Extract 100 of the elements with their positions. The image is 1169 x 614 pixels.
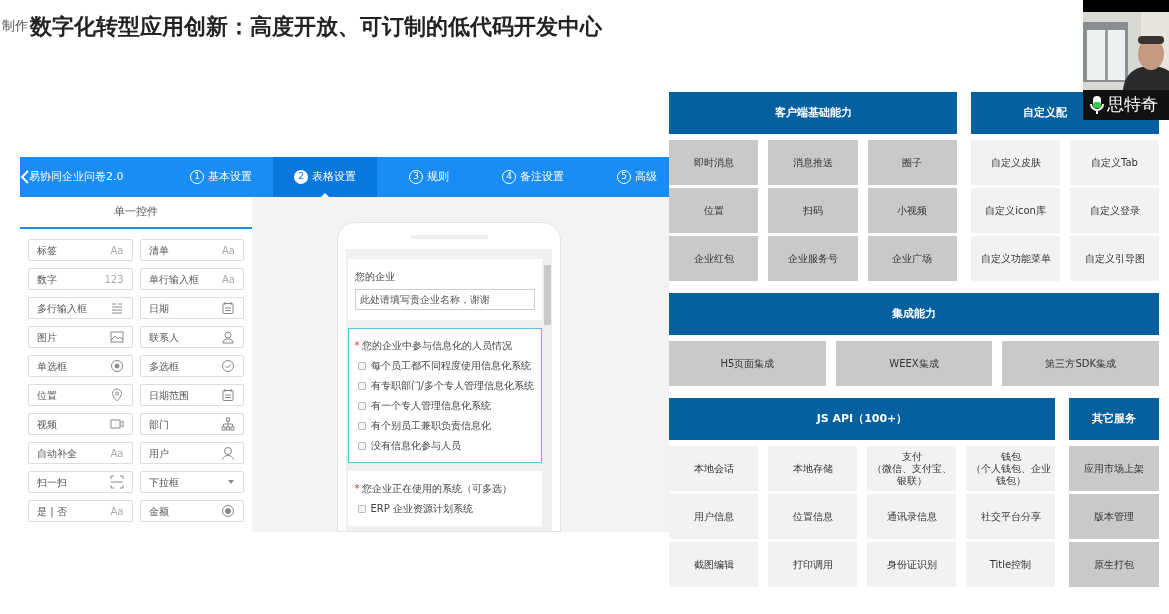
tile-note: （微信、支付宝、银联） [870, 462, 953, 487]
tile-label: 钱包 [1000, 450, 1021, 463]
control-item[interactable]: 扫一扫 [28, 471, 133, 493]
form-question[interactable]: * 您企业正在使用的系统（可多选） ERP 企业资源计划系统 [347, 471, 542, 526]
control-item[interactable]: 位置 [28, 384, 133, 406]
control-item[interactable]: 多选框 [139, 355, 244, 377]
tile-label: 位置 [703, 204, 724, 217]
calendar-icon [221, 388, 235, 402]
checkbox[interactable] [357, 441, 366, 450]
text-lines-icon [109, 301, 124, 315]
option-label: 有专职部门/多个专人管理信息化系统 [370, 379, 534, 393]
section-header: JS API（100+） [669, 398, 1055, 440]
tile-label: 自定义登录 [1089, 204, 1140, 217]
tile-label: 自定义Tab [1091, 156, 1138, 169]
control-item[interactable]: 标签 Aa [28, 239, 133, 261]
tile-label: 本地存储 [792, 462, 833, 475]
control-item[interactable]: 下拉框 [139, 471, 244, 493]
tile-label: 自定义icon库 [985, 204, 1046, 217]
tile-label: H5页面集成 [720, 357, 775, 370]
type-glyph: 123 [104, 272, 124, 287]
checkbox[interactable] [357, 381, 366, 390]
back-chevron-icon [20, 170, 29, 184]
question-title: 您的企业 [354, 270, 395, 284]
slide-title: 数字化转型应用创新：高度开放、可订制的低代码开发中心 [30, 12, 602, 41]
person-icon [221, 330, 235, 344]
type-glyph: Aa [110, 504, 124, 519]
question-title: 您的企业中参与信息化的人员情况 [361, 339, 512, 353]
tile-label: 第三方SDK集成 [1045, 357, 1116, 370]
tile-label: 自定义引导图 [1084, 252, 1145, 265]
section-header: 客户端基础能力 [669, 92, 957, 134]
control-item[interactable]: 视频 [28, 413, 133, 435]
tile-label: 企业服务号 [788, 252, 838, 265]
tile-label: 圈子 [902, 156, 923, 169]
control-item[interactable]: 联系人 [139, 326, 244, 348]
type-glyph: Aa [222, 243, 235, 258]
control-item[interactable]: 是 | 否 Aa [28, 500, 133, 522]
tile-label: 截图编辑 [693, 558, 734, 571]
control-item[interactable]: 用户 [139, 442, 244, 464]
scan-icon [109, 475, 124, 489]
type-glyph: Aa [222, 272, 235, 287]
control-item[interactable]: 多行输入框 [28, 297, 133, 319]
location-pin-icon [109, 388, 124, 402]
option-label: 每个员工都不同程度使用信息化系统 [370, 359, 531, 373]
tile-label: 身份证识别 [886, 558, 937, 571]
form-question[interactable]: * 您的企业中参与信息化的人员情况 每个员工都不同程度使用信息化系统 有专职部门/多个专人管理信息化系统 有一个专人管理信息化系统 有个别员工兼职负责信息化 没有信息化参与人员 [347, 328, 542, 463]
tile-label: Title控制 [989, 558, 1032, 571]
caret-down-icon [227, 479, 235, 485]
tile-label: 小视频 [897, 204, 928, 217]
input-field[interactable]: 此处请填写贵企业名称，谢谢 [354, 289, 535, 310]
required-mark: * [354, 482, 360, 496]
option-label: 有一个专人管理信息化系统 [370, 399, 491, 413]
tile-label: 版本管理 [1094, 510, 1134, 523]
participant-name: 思特奇 [1107, 93, 1158, 117]
control-item[interactable]: 部门 [139, 413, 244, 435]
tile-label: 消息推送 [793, 156, 833, 169]
option-label: ERP 企业资源计划系统 [370, 502, 473, 516]
video-camera-icon [109, 417, 124, 431]
tile-label: 自定义皮肤 [990, 156, 1041, 169]
tile-label: 位置信息 [792, 510, 833, 523]
org-chart-icon [221, 417, 235, 431]
checkbox[interactable] [357, 401, 366, 410]
tile-label: 原生打包 [1094, 558, 1134, 571]
tile-label: 扫码 [803, 204, 823, 217]
required-mark: * [354, 339, 360, 353]
tile-label: 应用市场上架 [1084, 462, 1144, 475]
form-question[interactable]: 您的企业 此处请填写贵企业名称，谢谢 [347, 259, 542, 320]
microphone-icon [1089, 95, 1105, 115]
tile-label: 自定义功能菜单 [980, 252, 1051, 265]
tile-label: 支付 [901, 450, 922, 463]
type-glyph: Aa [110, 446, 124, 461]
app-title: 易协同企业问卷2.0 [29, 168, 125, 185]
control-item[interactable]: 数字 123 [28, 268, 133, 290]
coin-icon [221, 504, 235, 518]
option-label: 有个别员工兼职负责信息化 [370, 419, 491, 433]
option-label: 没有信息化参与人员 [370, 439, 461, 453]
tile-label: 通讯录信息 [886, 510, 937, 523]
check-circle-icon [221, 359, 235, 373]
radio-icon [109, 359, 124, 373]
control-item[interactable]: 图片 [28, 326, 133, 348]
control-item[interactable]: 日期 [139, 297, 244, 319]
overlay-caption: 制作 [2, 17, 28, 36]
control-item[interactable]: 日期范围 [139, 384, 244, 406]
checkbox[interactable] [357, 504, 366, 513]
tile-label: 用户信息 [693, 510, 734, 523]
tile-label: 即时消息 [693, 156, 734, 169]
step-tab[interactable]: 2 表格设置 [273, 157, 377, 197]
image-icon [109, 330, 124, 344]
tile-label: 企业红包 [693, 252, 734, 265]
tile-label: 社交平台分享 [980, 510, 1041, 523]
tile-label: 打印调用 [792, 558, 833, 571]
user-icon [221, 446, 235, 460]
control-item[interactable]: 金额 [139, 500, 244, 522]
checkbox[interactable] [357, 361, 366, 370]
control-item[interactable]: 清单 Aa [139, 239, 244, 261]
tile-label: 本地会话 [693, 462, 734, 475]
type-glyph: Aa [110, 243, 124, 258]
checkbox[interactable] [357, 421, 366, 430]
control-item[interactable]: 单行输入框 Aa [139, 268, 244, 290]
control-item[interactable]: 自动补全 Aa [28, 442, 133, 464]
control-item[interactable]: 单选框 [28, 355, 133, 377]
